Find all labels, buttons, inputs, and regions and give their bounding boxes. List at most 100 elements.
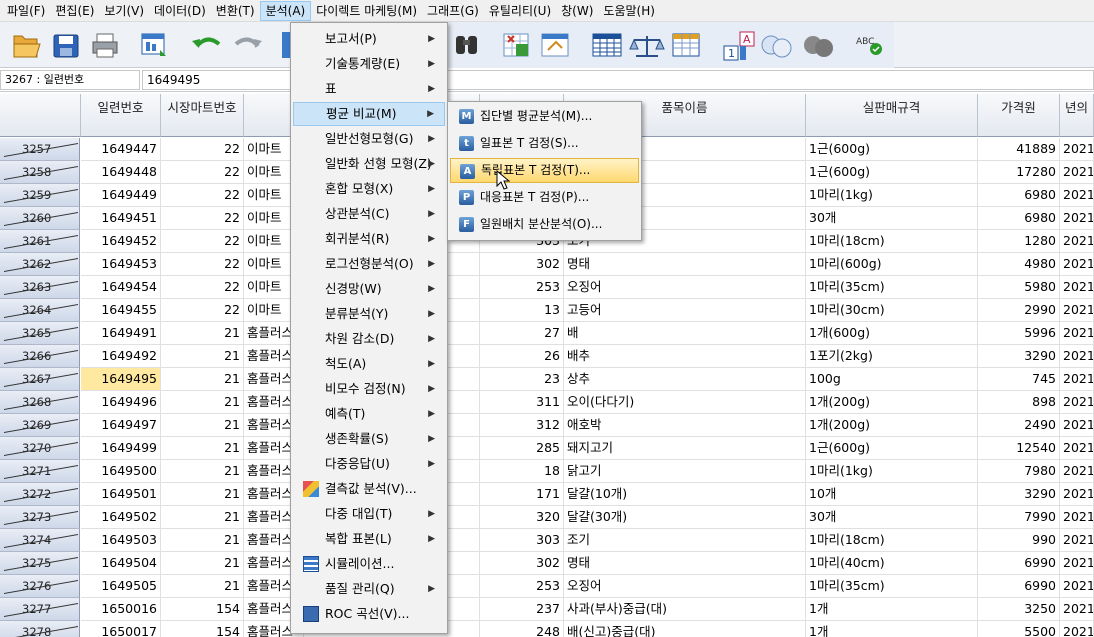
cell-price[interactable]: 6990 (978, 552, 1060, 575)
cell-id[interactable]: 1649505 (81, 575, 161, 598)
cell-date[interactable]: 2021- (1060, 253, 1094, 276)
row-number[interactable]: 3273 (0, 495, 80, 529)
row-number[interactable]: 3271 (0, 449, 80, 483)
column-header[interactable]: 일련번호 (81, 94, 161, 137)
cell-date[interactable]: 2021- (1060, 621, 1094, 637)
cell-price[interactable]: 41889 (978, 138, 1060, 161)
cell-price[interactable]: 2490 (978, 414, 1060, 437)
cell-id[interactable]: 1650017 (81, 621, 161, 637)
cell-spec[interactable]: 1마리(30cm) (806, 299, 978, 322)
menu-utilities[interactable]: 유틸리티(U) (484, 1, 556, 21)
analyze-menu-item[interactable]: 복합 표본(L) ▶ (293, 527, 445, 551)
column-header[interactable]: 가격원 (978, 94, 1060, 137)
cell-item[interactable]: 오징어 (564, 575, 806, 598)
row-number[interactable]: 3266 (0, 334, 80, 368)
cell-item[interactable]: 오징어 (564, 276, 806, 299)
cell-m[interactable]: 21 (161, 391, 244, 414)
cell-spec[interactable]: 30개 (806, 207, 978, 230)
cell-price[interactable]: 745 (978, 368, 1060, 391)
save-icon[interactable] (53, 34, 79, 58)
cell-price[interactable]: 898 (978, 391, 1060, 414)
cell-code[interactable]: 303 (480, 529, 564, 552)
cell-price[interactable]: 6990 (978, 575, 1060, 598)
cell-code[interactable]: 171 (480, 483, 564, 506)
cell-spec[interactable]: 1마리(40cm) (806, 552, 978, 575)
menu-data[interactable]: 데이터(D) (149, 1, 211, 21)
cell-id[interactable]: 1649492 (81, 345, 161, 368)
row-number[interactable]: 3272 (0, 472, 80, 506)
analyze-menu-item[interactable]: 결측값 분석(V)... (293, 477, 445, 501)
cell-spec[interactable]: 1개 (806, 621, 978, 637)
cell-m[interactable]: 21 (161, 460, 244, 483)
cell-code[interactable]: 13 (480, 299, 564, 322)
analyze-menu-item[interactable]: ROC 곡선(V)... (293, 602, 445, 626)
menu-file[interactable]: 파일(F) (2, 1, 50, 21)
cell-spec[interactable]: 1개(200g) (806, 391, 978, 414)
cell-spec[interactable]: 1마리(1kg) (806, 184, 978, 207)
cell-code[interactable]: 320 (480, 506, 564, 529)
cell-id[interactable]: 1649503 (81, 529, 161, 552)
cell-m[interactable]: 21 (161, 529, 244, 552)
cell-price[interactable]: 5980 (978, 276, 1060, 299)
cell-m[interactable]: 22 (161, 230, 244, 253)
cell-id[interactable]: 1649453 (81, 253, 161, 276)
cell-id[interactable]: 1649449 (81, 184, 161, 207)
value-labels-icon[interactable] (672, 33, 700, 57)
cell-price[interactable]: 3290 (978, 483, 1060, 506)
cell-m[interactable]: 21 (161, 506, 244, 529)
row-number[interactable]: 3269 (0, 403, 80, 437)
cell-date[interactable]: 2021- (1060, 483, 1094, 506)
cell-id[interactable]: 1649501 (81, 483, 161, 506)
cell-id[interactable]: 1649455 (81, 299, 161, 322)
menu-transform[interactable]: 변환(T) (211, 1, 260, 21)
cell-date[interactable]: 2021- (1060, 391, 1094, 414)
cell-item[interactable]: 애호박 (564, 414, 806, 437)
analyze-menu-item[interactable]: 생존확률(S) ▶ (293, 427, 445, 451)
cell-code[interactable]: 237 (480, 598, 564, 621)
cell-m[interactable]: 22 (161, 138, 244, 161)
cell-spec[interactable]: 1개(600g) (806, 322, 978, 345)
cell-id[interactable]: 1649452 (81, 230, 161, 253)
cell-price[interactable]: 17280 (978, 161, 1060, 184)
cell-code[interactable]: 253 (480, 276, 564, 299)
cell-m[interactable]: 154 (161, 598, 244, 621)
cell-code[interactable]: 18 (480, 460, 564, 483)
row-number[interactable]: 3265 (0, 311, 80, 345)
cell-value-input[interactable]: 1649495 (142, 70, 1094, 90)
cell-id[interactable]: 1649502 (81, 506, 161, 529)
show-all-icon[interactable] (761, 35, 792, 58)
menu-graphs[interactable]: 그래프(G) (422, 1, 484, 21)
cell-code[interactable]: 26 (480, 345, 564, 368)
cell-item[interactable]: 돼지고기 (564, 437, 806, 460)
compare-means-item[interactable]: P 대응표본 T 검정(P)... (450, 185, 639, 210)
cell-m[interactable]: 21 (161, 575, 244, 598)
use-sets-icon[interactable]: A1 (723, 31, 755, 61)
cell-m[interactable]: 22 (161, 161, 244, 184)
cell-date[interactable]: 2021- (1060, 506, 1094, 529)
cell-id[interactable]: 1649448 (81, 161, 161, 184)
cell-spec[interactable]: 1마리(1kg) (806, 460, 978, 483)
redo-icon[interactable] (234, 37, 262, 48)
cell-price[interactable]: 6980 (978, 207, 1060, 230)
select-cases-icon[interactable] (592, 33, 622, 57)
analyze-menu-item[interactable]: 일반화 선형 모형(Z) ▶ (293, 152, 445, 176)
cell-spec[interactable]: 1개(200g) (806, 414, 978, 437)
cell-m[interactable]: 22 (161, 207, 244, 230)
menu-view[interactable]: 보기(V) (99, 1, 149, 21)
cell-m[interactable]: 21 (161, 414, 244, 437)
cell-m[interactable]: 21 (161, 368, 244, 391)
cell-m[interactable]: 154 (161, 621, 244, 637)
cell-date[interactable]: 2021- (1060, 437, 1094, 460)
row-number[interactable]: 3275 (0, 541, 80, 575)
cell-date[interactable]: 2021- (1060, 161, 1094, 184)
cell-price[interactable]: 3250 (978, 598, 1060, 621)
cell-item[interactable]: 고등어 (564, 299, 806, 322)
cell-id[interactable]: 1650016 (81, 598, 161, 621)
cell-item[interactable]: 사과(부사)중급(대) (564, 598, 806, 621)
cell-date[interactable]: 2021- (1060, 276, 1094, 299)
cell-price[interactable]: 3290 (978, 345, 1060, 368)
cell-m[interactable]: 21 (161, 345, 244, 368)
cell-code[interactable]: 27 (480, 322, 564, 345)
row-number[interactable]: 3278 (0, 610, 80, 637)
cell-code[interactable]: 248 (480, 621, 564, 637)
